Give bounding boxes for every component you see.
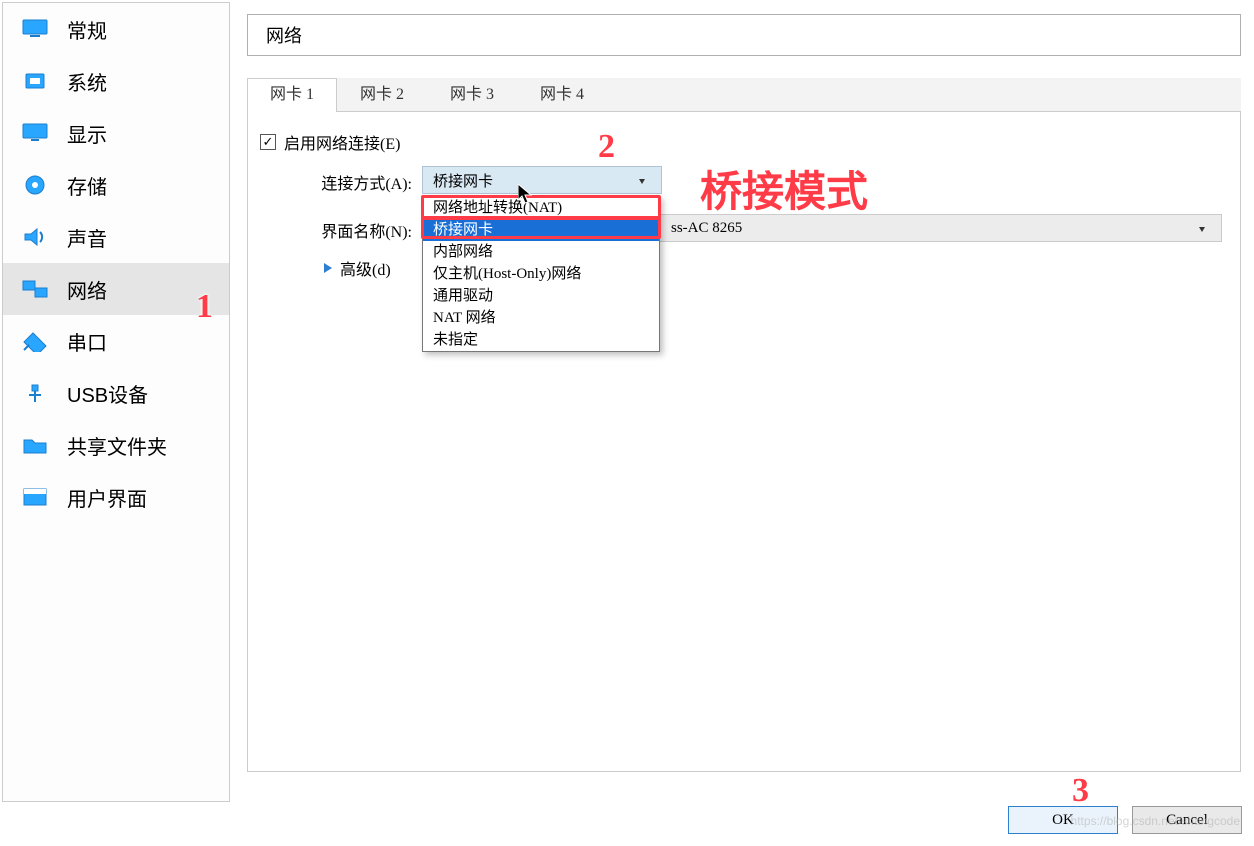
annotation-number-1: 1: [196, 288, 213, 326]
sidebar-item-label: 存储: [67, 171, 107, 200]
serial-icon: [17, 330, 53, 352]
tab-adapter-4[interactable]: 网卡 4: [517, 78, 607, 112]
page-title-text: 网络: [266, 22, 302, 48]
tab-adapter-1[interactable]: 网卡 1: [247, 78, 337, 112]
chevron-down-icon: [1199, 227, 1205, 232]
sidebar-item-label: 声音: [67, 223, 107, 252]
sidebar-item-display[interactable]: 显示: [3, 107, 229, 159]
dropdown-option[interactable]: NAT 网络: [423, 307, 659, 329]
attach-label: 连接方式(A):: [292, 170, 412, 194]
dropdown-option[interactable]: 未指定: [423, 329, 659, 351]
chevron-down-icon: [639, 179, 645, 184]
ok-button[interactable]: OK: [1008, 806, 1118, 834]
dropdown-option[interactable]: 网络地址转换(NAT): [423, 197, 659, 219]
enable-network-row[interactable]: ✓ 启用网络连接(E): [260, 130, 400, 154]
advanced-label: 高级(d): [340, 256, 391, 280]
iface-label: 界面名称(N):: [292, 218, 412, 242]
disk-icon: [17, 174, 53, 196]
annotation-number-2: 2: [598, 128, 615, 166]
sidebar-item-usb[interactable]: USB设备: [3, 367, 229, 419]
page-title: 网络: [247, 14, 1241, 56]
sidebar-item-label: 串口: [67, 327, 107, 356]
sidebar-item-label: 显示: [67, 119, 107, 148]
attach-type-select[interactable]: 桥接网卡: [422, 166, 662, 194]
sidebar-item-label: 系统: [67, 67, 107, 96]
dropdown-option[interactable]: 桥接网卡: [423, 219, 659, 241]
sidebar-item-label: 用户界面: [67, 483, 147, 512]
attach-row: 连接方式(A):: [292, 170, 420, 194]
iface-visible-text: ss-AC 8265: [671, 220, 742, 237]
annotation-note: 桥接模式: [700, 158, 868, 219]
adapter-tabs: 网卡 1网卡 2网卡 3网卡 4: [247, 78, 1241, 112]
chip-icon: [17, 70, 53, 92]
folder-icon: [17, 434, 53, 456]
dropdown-option[interactable]: 通用驱动: [423, 285, 659, 307]
triangle-right-icon: [324, 263, 332, 273]
tab-adapter-2[interactable]: 网卡 2: [337, 78, 427, 112]
tab-adapter-3[interactable]: 网卡 3: [427, 78, 517, 112]
sidebar-item-ui[interactable]: 用户界面: [3, 471, 229, 523]
usb-icon: [17, 382, 53, 404]
network-icon: [17, 278, 53, 300]
cancel-button[interactable]: Cancel: [1132, 806, 1242, 834]
sidebar-item-folder[interactable]: 共享文件夹: [3, 419, 229, 471]
sidebar-item-label: 共享文件夹: [67, 431, 167, 460]
settings-sidebar: 常规系统显示存储声音网络串口 USB设备共享文件夹用户界面: [2, 2, 230, 802]
monitor-icon: [17, 18, 53, 40]
ui-icon: [17, 486, 53, 508]
display-icon: [17, 122, 53, 144]
iface-row: 界面名称(N):: [292, 218, 420, 242]
dropdown-option[interactable]: 仅主机(Host-Only)网络: [423, 263, 659, 285]
sidebar-item-label: USB设备: [67, 379, 148, 408]
sidebar-item-label: 网络: [67, 275, 107, 304]
sidebar-item-monitor[interactable]: 常规: [3, 3, 229, 55]
cursor-icon: [518, 184, 536, 206]
sidebar-item-label: 常规: [67, 15, 107, 44]
dropdown-option[interactable]: 内部网络: [423, 241, 659, 263]
attach-type-value: 桥接网卡: [433, 170, 493, 191]
speaker-icon: [17, 226, 53, 248]
sidebar-item-chip[interactable]: 系统: [3, 55, 229, 107]
sidebar-item-disk[interactable]: 存储: [3, 159, 229, 211]
sidebar-item-speaker[interactable]: 声音: [3, 211, 229, 263]
dialog-buttons: OK Cancel: [1008, 806, 1242, 834]
annotation-number-3: 3: [1072, 772, 1089, 810]
enable-network-label: 启用网络连接(E): [284, 130, 400, 154]
enable-network-checkbox[interactable]: ✓: [260, 134, 276, 150]
attach-type-dropdown[interactable]: 网络地址转换(NAT)桥接网卡内部网络仅主机(Host-Only)网络通用驱动N…: [422, 196, 660, 352]
advanced-row[interactable]: 高级(d): [324, 256, 391, 280]
advanced-toggle[interactable]: 高级(d): [324, 256, 391, 280]
